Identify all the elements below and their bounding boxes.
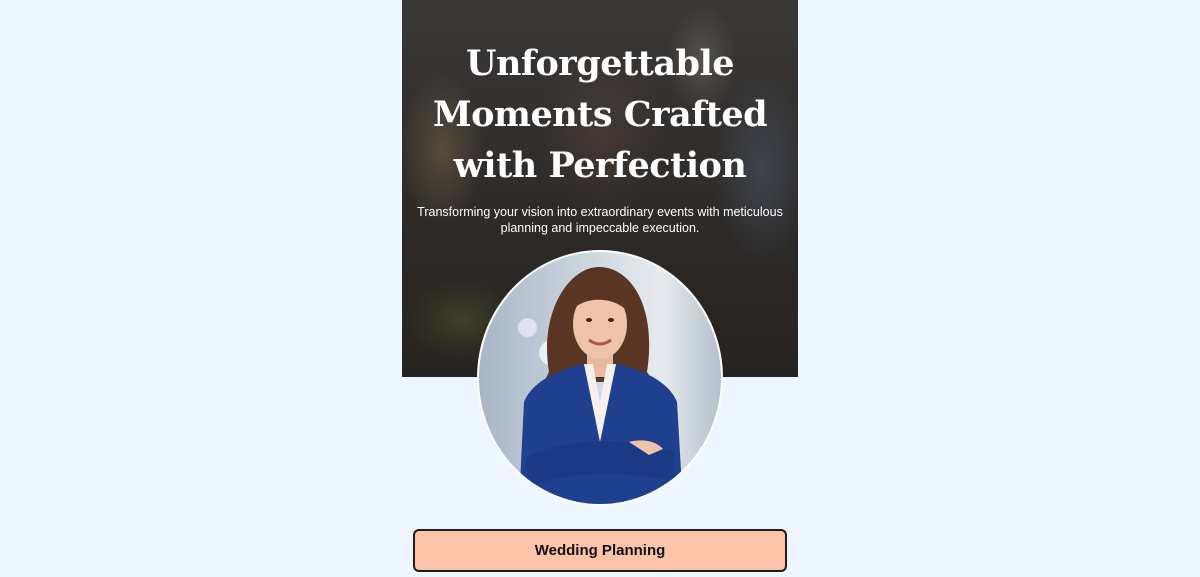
page: Unforgettable Moments Crafted with Perfe…	[0, 0, 1200, 577]
hero-subtitle: Transforming your vision into extraordin…	[417, 205, 783, 235]
portrait-illustration	[519, 267, 683, 504]
hero-title: Unforgettable Moments Crafted with Perfe…	[432, 43, 768, 186]
wedding-planning-button[interactable]: Wedding Planning	[413, 529, 787, 572]
planner-portrait	[477, 250, 723, 506]
